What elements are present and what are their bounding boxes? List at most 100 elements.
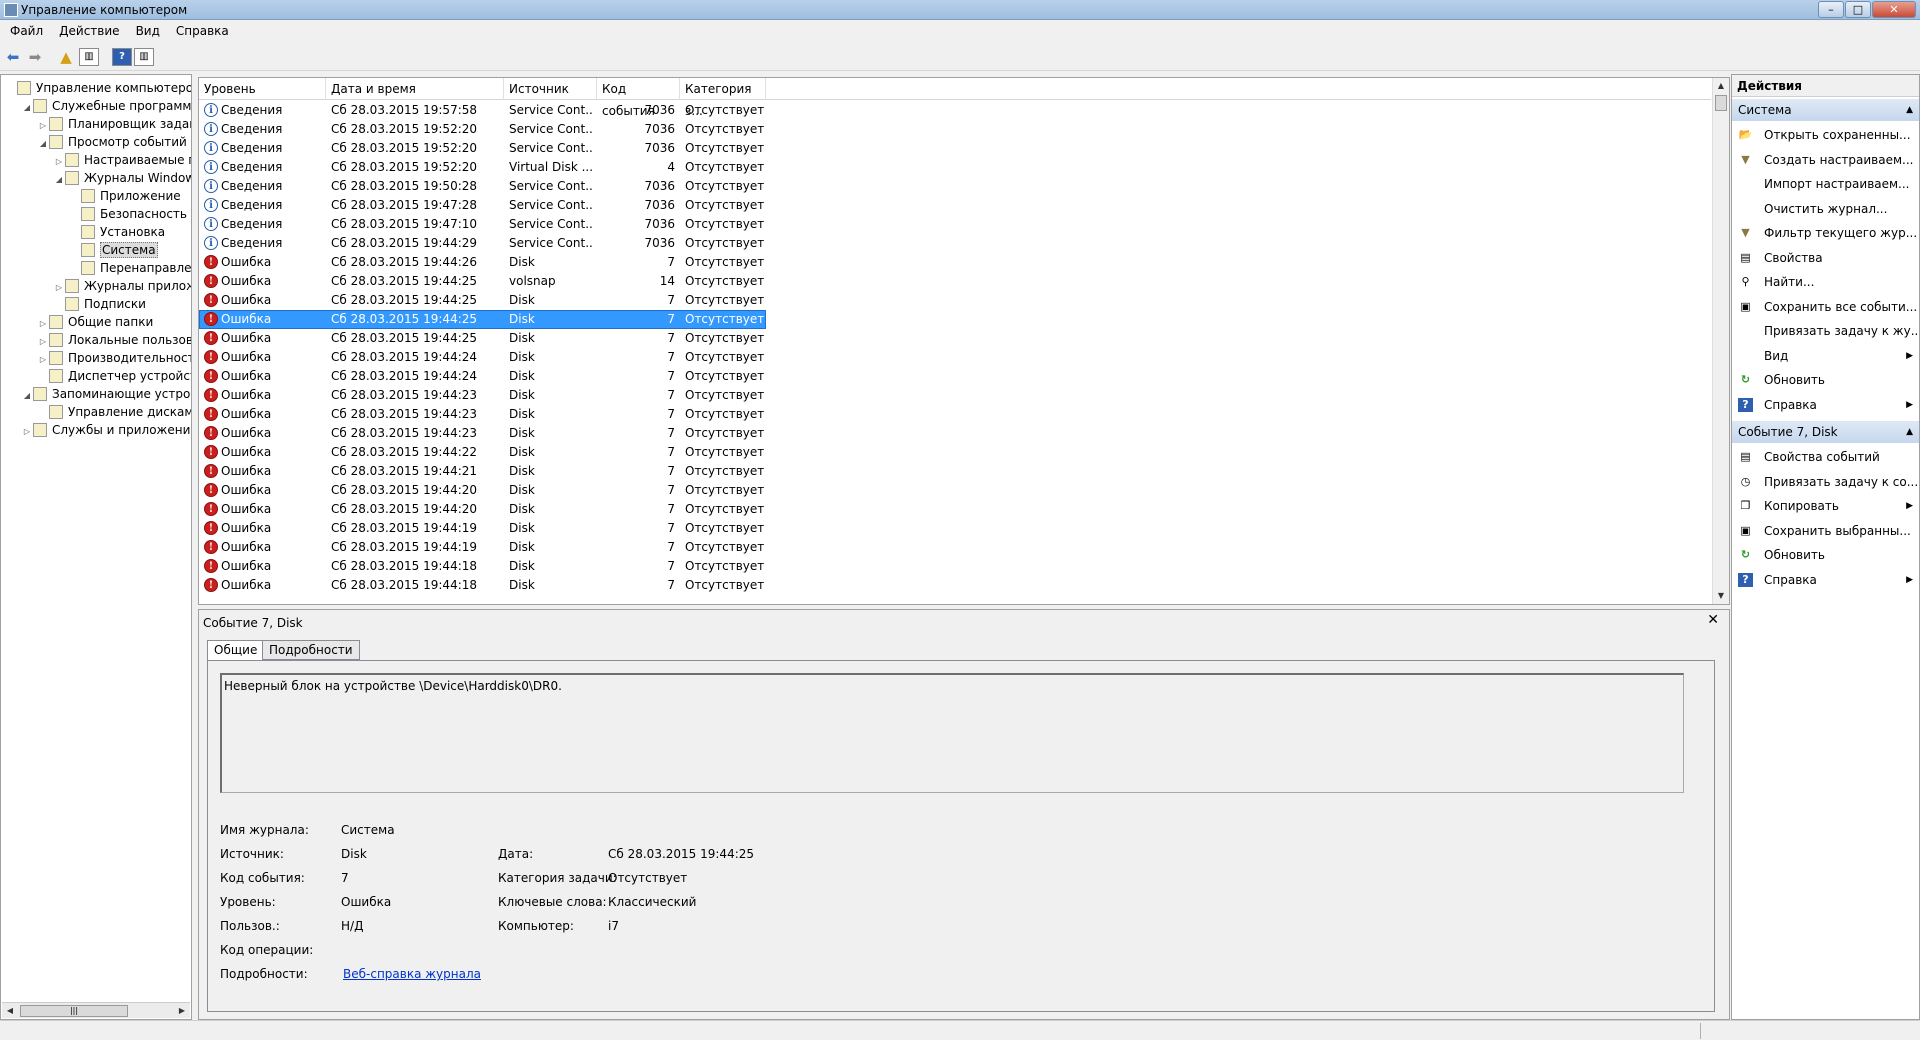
tree-item[interactable]: Система xyxy=(69,241,158,259)
action-item[interactable]: Очистить журнал... xyxy=(1732,197,1919,221)
event-row[interactable]: ! Ошибка Сб 28.03.2015 19:44:22 Disk 7 Отсутс… xyxy=(199,443,1711,462)
tree-item[interactable]: ▷ Службы и приложения xyxy=(21,421,191,441)
action-item[interactable]: ↻ Обновить xyxy=(1732,368,1919,392)
tree-item[interactable]: ▷ Производительность xyxy=(37,349,191,367)
tree-item[interactable]: Подписки xyxy=(53,295,146,313)
back-arrow-icon[interactable]: ⬅ xyxy=(4,49,22,65)
event-row[interactable]: ! Ошибка Сб 28.03.2015 19:44:20 Disk 7 Отсутс… xyxy=(199,481,1711,500)
action-item[interactable]: ⚲ Найти... xyxy=(1732,270,1919,294)
tree-item[interactable]: ◢ Просмотр событий xyxy=(37,133,187,151)
action-item[interactable]: ▣ Сохранить выбранны... xyxy=(1732,519,1919,543)
event-row[interactable]: i Сведения Сб 28.03.2015 19:52:20 Virtual D… xyxy=(199,158,1711,177)
action-item[interactable]: ◷ Привязать задачу к со... xyxy=(1732,470,1919,494)
action-item[interactable]: Привязать задачу к жу... xyxy=(1732,319,1919,343)
tab-general[interactable]: Общие xyxy=(207,640,265,661)
action-item[interactable]: ▼ Создать настраиваем... xyxy=(1732,148,1919,172)
tree-item[interactable]: Перенаправлен xyxy=(69,259,191,277)
event-row[interactable]: i Сведения Сб 28.03.2015 19:47:10 Service C… xyxy=(199,215,1711,234)
event-row[interactable]: i Сведения Сб 28.03.2015 19:57:58 Service C… xyxy=(199,101,1711,120)
help-icon[interactable]: ? xyxy=(112,48,132,66)
tree-item[interactable]: ▷Журналы приложе xyxy=(53,277,191,295)
event-row[interactable]: ! Ошибка Сб 28.03.2015 19:44:25 Disk 7 Отсутс… xyxy=(199,329,1711,348)
event-row[interactable]: ! Ошибка Сб 28.03.2015 19:44:23 Disk 7 Отсутс… xyxy=(199,424,1711,443)
show-hide-tree-icon[interactable]: ▥ xyxy=(79,48,99,66)
scroll-left-arrow-icon[interactable]: ◀ xyxy=(2,1003,18,1019)
minimize-button[interactable]: – xyxy=(1818,1,1844,18)
tree-item[interactable]: Диспетчер устройств xyxy=(37,367,191,385)
event-row[interactable]: i Сведения Сб 28.03.2015 19:47:28 Service C… xyxy=(199,196,1711,215)
action-item[interactable]: 📂 Открыть сохраненны... xyxy=(1732,123,1919,147)
action-item[interactable]: ▼ Фильтр текущего жур... xyxy=(1732,221,1919,245)
action-item[interactable]: Вид ▶ xyxy=(1732,344,1919,368)
expand-arrow-icon[interactable]: ▷ xyxy=(21,423,33,441)
event-row[interactable]: ! Ошибка Сб 28.03.2015 19:44:23 Disk 7 Отсутс… xyxy=(199,405,1711,424)
tab-details[interactable]: Подробности xyxy=(262,640,360,660)
action-item[interactable]: ❐ Копировать ▶ xyxy=(1732,494,1919,518)
column-date-time[interactable]: Дата и время xyxy=(326,78,504,100)
event-row[interactable]: i Сведения Сб 28.03.2015 19:50:28 Service C… xyxy=(199,177,1711,196)
tree-item[interactable]: ▷ Общие папки xyxy=(37,313,153,331)
event-row[interactable]: i Сведения Сб 28.03.2015 19:52:20 Service C… xyxy=(199,120,1711,139)
event-row[interactable]: ! Ошибка Сб 28.03.2015 19:44:23 Disk 7 Отсутс… xyxy=(199,386,1711,405)
collapse-arrow-icon[interactable]: ◢ xyxy=(21,387,33,405)
event-list-vertical-scrollbar[interactable]: ▲ ▼ xyxy=(1712,78,1729,604)
collapse-arrow-icon[interactable]: ◢ xyxy=(21,99,33,117)
event-row[interactable]: i Сведения Сб 28.03.2015 19:44:29 Service C… xyxy=(199,234,1711,253)
event-row[interactable]: ! Ошибка Сб 28.03.2015 19:44:18 Disk 7 Отсутс… xyxy=(199,576,1711,595)
collapse-arrow-icon[interactable]: ◢ xyxy=(53,171,65,189)
scroll-up-arrow-icon[interactable]: ▲ xyxy=(1713,78,1729,94)
menu-view[interactable]: Вид xyxy=(126,20,166,38)
column-task-category[interactable]: Категория з... xyxy=(680,78,766,118)
tree-item[interactable]: ◢ Запоминающие устройст xyxy=(21,385,191,405)
event-row[interactable]: ! Ошибка Сб 28.03.2015 19:44:25 Disk 7 Отсутс… xyxy=(199,291,1711,310)
scroll-thumb[interactable] xyxy=(1715,95,1727,111)
column-source[interactable]: Источник xyxy=(504,78,597,100)
actions-section-system[interactable]: Система ▲ xyxy=(1732,99,1919,121)
action-item[interactable]: Импорт настраиваем... xyxy=(1732,172,1919,196)
scroll-thumb[interactable]: ||| xyxy=(20,1005,128,1017)
event-row[interactable]: ! Ошибка Сб 28.03.2015 19:44:21 Disk 7 Отсутс… xyxy=(199,462,1711,481)
event-row[interactable]: ! Ошибка Сб 28.03.2015 19:44:20 Disk 7 Отсутс… xyxy=(199,500,1711,519)
tree-item[interactable]: Управление компьютером (л xyxy=(5,79,191,97)
close-detail-icon[interactable]: ✕ xyxy=(1707,612,1719,628)
event-row[interactable]: ! Ошибка Сб 28.03.2015 19:44:25 Disk 7 Отсутс… xyxy=(199,310,1711,329)
action-item[interactable]: ↻ Обновить xyxy=(1732,543,1919,567)
tree-item[interactable]: ▷Локальные пользовате xyxy=(37,331,191,349)
event-log-online-help-link[interactable]: Веб-справка журнала xyxy=(343,967,481,981)
event-row[interactable]: ! Ошибка Сб 28.03.2015 19:44:19 Disk 7 Отсутс… xyxy=(199,538,1711,557)
event-row[interactable]: ! Ошибка Сб 28.03.2015 19:44:24 Disk 7 Отсутс… xyxy=(199,348,1711,367)
close-button[interactable]: ✕ xyxy=(1872,1,1916,18)
event-row[interactable]: ! Ошибка Сб 28.03.2015 19:44:19 Disk 7 Отсутс… xyxy=(199,519,1711,538)
action-item[interactable]: ▤ Свойства xyxy=(1732,246,1919,270)
column-level[interactable]: Уровень xyxy=(199,78,326,100)
tree-item[interactable]: Установка xyxy=(69,223,165,241)
menu-help[interactable]: Справка xyxy=(166,20,235,38)
tree-item[interactable]: Приложение xyxy=(69,187,181,205)
actions-section-event[interactable]: Событие 7, Disk ▲ xyxy=(1732,421,1919,443)
tree-item[interactable]: Безопасность xyxy=(69,205,187,223)
up-folder-icon[interactable]: ▲ xyxy=(57,49,75,65)
event-row[interactable]: ! Ошибка Сб 28.03.2015 19:44:18 Disk 7 Отсутс… xyxy=(199,557,1711,576)
tree-item[interactable]: ▷Планировщик заданий xyxy=(37,115,191,133)
action-item[interactable]: ▣ Сохранить все событи... xyxy=(1732,295,1919,319)
tree-horizontal-scrollbar[interactable]: ◀ ||| ▶ xyxy=(2,1002,190,1018)
maximize-button[interactable]: □ xyxy=(1845,1,1871,18)
tree-item[interactable]: ◢ Служебные программы xyxy=(21,97,191,117)
show-hide-actions-icon[interactable]: ▥ xyxy=(134,48,154,66)
collapse-section-icon[interactable]: ▲ xyxy=(1906,99,1913,121)
menu-action[interactable]: Действие xyxy=(49,20,125,38)
collapse-arrow-icon[interactable]: ◢ xyxy=(37,135,49,153)
column-event-id[interactable]: Код события xyxy=(597,78,680,118)
menu-file[interactable]: Файл xyxy=(0,20,49,38)
action-item[interactable]: ? Справка ▶ xyxy=(1732,393,1919,417)
event-row[interactable]: ! Ошибка Сб 28.03.2015 19:44:26 Disk 7 Отсутс… xyxy=(199,253,1711,272)
collapse-section-icon[interactable]: ▲ xyxy=(1906,421,1913,443)
tree-item[interactable]: Управление дисками xyxy=(37,403,191,421)
event-row[interactable]: i Сведения Сб 28.03.2015 19:52:20 Service C… xyxy=(199,139,1711,158)
action-item[interactable]: ▤ Свойства событий xyxy=(1732,445,1919,469)
event-row[interactable]: ! Ошибка Сб 28.03.2015 19:44:25 volsnap 14 От… xyxy=(199,272,1711,291)
action-item[interactable]: ? Справка ▶ xyxy=(1732,568,1919,592)
tree-item[interactable]: ◢ Журналы Windows xyxy=(53,169,191,189)
tree-item[interactable]: ▷ Настраиваемые пр xyxy=(53,151,191,169)
scroll-down-arrow-icon[interactable]: ▼ xyxy=(1713,588,1729,604)
